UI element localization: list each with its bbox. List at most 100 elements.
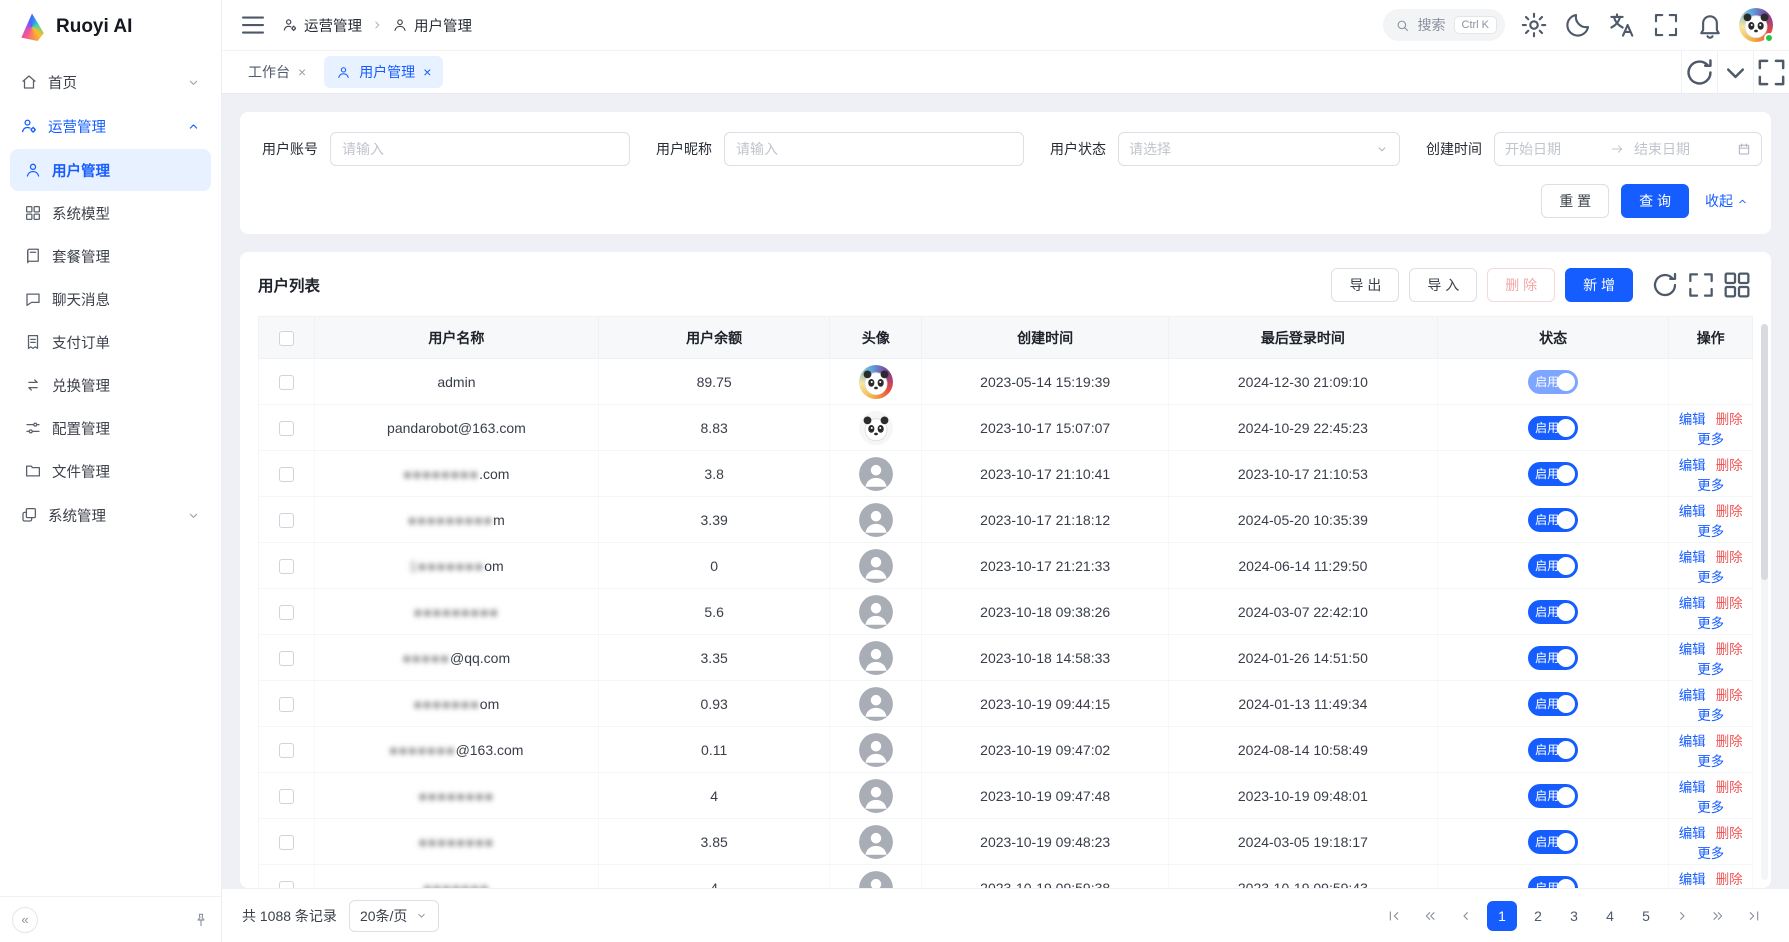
sidebar-item-user[interactable]: 用户管理 [10,149,211,191]
row-edit-link[interactable]: 编辑 [1679,688,1706,703]
row-edit-link[interactable]: 编辑 [1679,642,1706,657]
row-checkbox[interactable] [279,743,294,758]
row-checkbox[interactable] [279,559,294,574]
table-column-settings-icon[interactable] [1721,269,1753,301]
status-toggle[interactable]: 启用 [1528,554,1578,578]
row-delete-link[interactable]: 删除 [1716,504,1743,519]
row-delete-link[interactable]: 删除 [1716,550,1743,565]
row-more-link[interactable]: 更多 [1697,846,1724,861]
select-all-checkbox[interactable] [279,331,294,346]
row-delete-link[interactable]: 删除 [1716,596,1743,611]
row-delete-link[interactable]: 删除 [1716,458,1743,473]
page-button-5[interactable]: 5 [1631,901,1661,931]
tab-refresh-icon[interactable] [1681,51,1717,93]
tab-maximize-icon[interactable] [1753,51,1789,93]
sidebar-item-model[interactable]: 系统模型 [10,192,211,234]
global-search[interactable]: 搜索 Ctrl K [1383,9,1506,41]
row-edit-link[interactable]: 编辑 [1679,596,1706,611]
row-delete-link[interactable]: 删除 [1716,688,1743,703]
row-edit-link[interactable]: 编辑 [1679,826,1706,841]
row-more-link[interactable]: 更多 [1697,524,1724,539]
bell-icon[interactable] [1695,10,1725,40]
status-toggle[interactable]: 启用 [1528,830,1578,854]
row-edit-link[interactable]: 编辑 [1679,458,1706,473]
row-checkbox[interactable] [279,697,294,712]
row-delete-link[interactable]: 删除 [1716,734,1743,749]
sidebar-item-folder[interactable]: 文件管理 [10,450,211,492]
import-button[interactable]: 导 入 [1409,268,1477,302]
row-more-link[interactable]: 更多 [1697,432,1724,447]
row-more-link[interactable]: 更多 [1697,478,1724,493]
app-logo[interactable]: Ruoyi AI [0,0,221,54]
sidebar-item-config[interactable]: 配置管理 [10,407,211,449]
page-button-3[interactable]: 3 [1559,901,1589,931]
row-more-link[interactable]: 更多 [1697,662,1724,677]
sidebar-collapse-button[interactable]: « [12,907,38,933]
row-checkbox[interactable] [279,605,294,620]
row-delete-link[interactable]: 删除 [1716,872,1743,887]
row-more-link[interactable]: 更多 [1697,616,1724,631]
first-page-button[interactable] [1379,901,1409,931]
status-select[interactable]: 请选择 [1118,132,1400,166]
nickname-input[interactable] [724,132,1024,166]
row-more-link[interactable]: 更多 [1697,800,1724,815]
row-delete-link[interactable]: 删除 [1716,826,1743,841]
status-toggle[interactable]: 启用 [1528,600,1578,624]
page-button-2[interactable]: 2 [1523,901,1553,931]
breadcrumb-item[interactable]: 用户管理 [392,15,472,36]
status-toggle[interactable]: 启用 [1528,784,1578,808]
row-checkbox[interactable] [279,421,294,436]
row-edit-link[interactable]: 编辑 [1679,412,1706,427]
row-checkbox[interactable] [279,513,294,528]
sidebar-item-operations[interactable]: 运营管理 [10,104,211,148]
row-edit-link[interactable]: 编辑 [1679,734,1706,749]
next-group-button[interactable] [1703,901,1733,931]
user-avatar[interactable] [1739,8,1773,42]
row-checkbox[interactable] [279,375,294,390]
translate-icon[interactable] [1607,10,1637,40]
account-input[interactable] [330,132,630,166]
status-toggle[interactable]: 启用 [1528,416,1578,440]
pin-icon[interactable] [193,912,209,928]
table-refresh-icon[interactable] [1649,269,1681,301]
scrollbar-thumb[interactable] [1761,324,1768,580]
page-button-4[interactable]: 4 [1595,901,1625,931]
table-fullscreen-icon[interactable] [1685,269,1717,301]
row-checkbox[interactable] [279,835,294,850]
settings-icon[interactable] [1519,10,1549,40]
row-edit-link[interactable]: 编辑 [1679,872,1706,887]
tab-active[interactable]: 用户管理× [324,56,443,88]
moon-icon[interactable] [1563,10,1593,40]
search-button[interactable]: 查 询 [1621,184,1689,218]
row-delete-link[interactable]: 删除 [1716,780,1743,795]
status-toggle[interactable]: 启用 [1528,738,1578,762]
row-checkbox[interactable] [279,651,294,666]
next-page-button[interactable] [1667,901,1697,931]
row-delete-link[interactable]: 删除 [1716,412,1743,427]
tab-close-icon[interactable]: × [298,65,306,79]
sidebar-item-system[interactable]: 系统管理 [10,493,211,537]
page-button-1[interactable]: 1 [1487,901,1517,931]
status-toggle[interactable]: 启用 [1528,370,1578,394]
table-scrollbar[interactable] [1761,324,1768,880]
page-size-select[interactable]: 20条/页 [349,900,439,932]
tab-item[interactable]: 工作台× [236,56,318,88]
prev-group-button[interactable] [1415,901,1445,931]
delete-button[interactable]: 删 除 [1487,268,1555,302]
prev-page-button[interactable] [1451,901,1481,931]
sidebar-item-package[interactable]: 套餐管理 [10,235,211,277]
row-edit-link[interactable]: 编辑 [1679,780,1706,795]
status-toggle[interactable]: 启用 [1528,692,1578,716]
last-page-button[interactable] [1739,901,1769,931]
tab-close-icon[interactable]: × [423,65,431,79]
breadcrumb-item[interactable]: 运营管理 [282,15,362,36]
status-toggle[interactable]: 启用 [1528,646,1578,670]
status-toggle[interactable]: 启用 [1528,876,1578,889]
reset-button[interactable]: 重 置 [1541,184,1609,218]
sidebar-item-home[interactable]: 首页 [10,60,211,104]
created-date-range[interactable]: 开始日期 结束日期 [1494,132,1762,166]
row-more-link[interactable]: 更多 [1697,570,1724,585]
sidebar-item-chat[interactable]: 聊天消息 [10,278,211,320]
row-checkbox[interactable] [279,881,294,888]
tab-dropdown-chevron-icon[interactable] [1717,51,1753,93]
